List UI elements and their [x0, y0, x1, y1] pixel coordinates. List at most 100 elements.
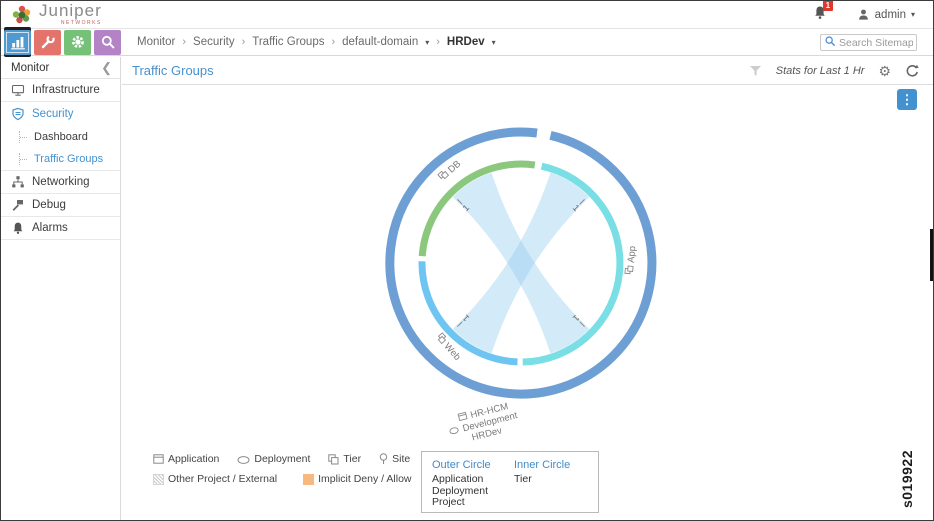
stats-period-selector[interactable]: Stats for Last 1 Hr	[776, 65, 865, 77]
sidebar-item-dashboard[interactable]: Dashboard	[1, 125, 120, 148]
workspace-toolbar	[1, 29, 121, 55]
content-header: Traffic Groups Stats for Last 1 Hr ⚙	[122, 57, 933, 85]
breadcrumb-traffic-groups[interactable]: Traffic Groups	[252, 36, 324, 48]
sitemap-search	[820, 33, 917, 52]
notification-badge: 1	[822, 1, 834, 11]
filter-button[interactable]	[749, 65, 762, 77]
legend-other-project: Other Project / External	[153, 473, 277, 485]
figure-id: s019922	[899, 449, 915, 508]
alarm-bell-icon	[13, 222, 23, 234]
scrollbar-thumb[interactable]	[930, 229, 933, 281]
sidebar-item-infrastructure[interactable]: Infrastructure	[1, 79, 120, 102]
outer-circle-item: Application	[432, 473, 484, 485]
legend-site: Site	[379, 453, 410, 465]
sidebar-item-label: Infrastructure	[32, 84, 100, 96]
legend-label: Tier	[343, 453, 362, 465]
hatch-swatch	[153, 473, 164, 485]
site-pin-icon	[379, 453, 388, 464]
legend-label: Application	[168, 453, 220, 465]
sidebar-collapse-icon[interactable]: ❮	[101, 61, 112, 74]
main-content: Traffic Groups Stats for Last 1 Hr ⚙ ⋮ 1…	[122, 57, 933, 520]
breadcrumb-separator: ›	[436, 36, 440, 48]
sidebar-item-debug[interactable]: Debug	[1, 194, 120, 217]
sidebar-nav: Monitor ❮ Infrastructure Security Dashbo…	[1, 57, 121, 520]
breadcrumb: Monitor › Security › Traffic Groups › de…	[137, 36, 496, 48]
inner-circle-item: Tier	[514, 473, 532, 485]
bar-chart-icon	[10, 37, 25, 50]
legend-row-swatches: Other Project / External Implicit Deny /…	[153, 473, 412, 485]
breadcrumb-domain-selector[interactable]: default-domain	[342, 36, 418, 48]
user-icon	[858, 9, 868, 20]
legend-application: Application	[153, 453, 219, 465]
legend-label: Implicit Deny / Allow	[318, 473, 412, 485]
deployment-icon	[237, 455, 250, 464]
search-workspace-button[interactable]	[94, 29, 121, 55]
legend-deployment: Deployment	[237, 453, 310, 465]
orange-swatch	[303, 473, 315, 485]
legend-label: Deployment	[254, 453, 311, 465]
user-name: admin	[874, 8, 906, 21]
sidebar-title: Monitor	[11, 61, 50, 74]
legend-label: Other Project / External	[168, 473, 278, 485]
search-icon	[825, 36, 835, 46]
breadcrumb-security[interactable]: Security	[193, 36, 235, 48]
sidebar-item-networking[interactable]: Networking	[1, 171, 120, 194]
devices-workspace-button[interactable]	[34, 29, 61, 55]
breadcrumb-separator: ›	[241, 36, 246, 48]
chevron-down-icon: ▾	[910, 10, 915, 19]
gear-icon	[71, 36, 84, 48]
tier-icon	[328, 453, 339, 464]
sidebar-item-label: Traffic Groups	[34, 153, 104, 165]
magnifier-icon	[101, 35, 114, 49]
chart-settings-button[interactable]: ⚙	[878, 64, 891, 78]
brand-text: Juniper NETWORKS	[39, 1, 102, 26]
svg-text:App: App	[626, 245, 638, 263]
juniper-flower-icon	[12, 5, 31, 24]
breadcrumb-hrdev-selector[interactable]: HRDev	[447, 36, 485, 48]
tree-branch	[19, 130, 28, 143]
circle-legend-box: Outer Circle Application Deployment Proj…	[421, 451, 599, 513]
chevron-down-icon[interactable]: ▾	[492, 38, 496, 47]
tier-label-app: App	[624, 245, 638, 275]
network-tree-icon	[12, 176, 24, 188]
legend-tier: Tier	[328, 453, 361, 465]
monitor-workspace-button[interactable]	[4, 29, 31, 55]
sidebar-item-security[interactable]: Security	[1, 102, 120, 125]
breadcrumb-separator: ›	[331, 36, 336, 48]
secondary-bar: Monitor › Security › Traffic Groups › de…	[1, 29, 933, 56]
refresh-button[interactable]	[905, 64, 919, 78]
outer-ring-label: HR-HCM Development HRDev	[449, 401, 519, 443]
legend-implicit-deny-allow: Implicit Deny / Allow	[303, 473, 412, 485]
notifications-button[interactable]: 1	[813, 1, 834, 25]
sidebar-item-label: Alarms	[32, 222, 68, 234]
legend-row-icons: Application Deployment Tier Site	[153, 453, 410, 465]
sidebar-item-label: Networking	[32, 176, 90, 188]
settings-workspace-button[interactable]	[64, 29, 91, 55]
brand-name: Juniper	[39, 1, 102, 20]
monitor-icon	[11, 84, 25, 96]
refresh-icon	[906, 64, 919, 77]
juniper-logo: Juniper NETWORKS	[11, 1, 102, 26]
sidebar-item-label: Security	[32, 107, 74, 120]
user-menu[interactable]: admin ▾	[857, 8, 915, 21]
brand-subtitle: NETWORKS	[60, 20, 102, 26]
inner-circle-title: Inner Circle	[514, 459, 571, 471]
deployment-icon	[449, 427, 459, 435]
tree-branch	[19, 153, 28, 165]
sidebar-item-alarms[interactable]: Alarms	[1, 217, 120, 240]
chevron-down-icon[interactable]: ▾	[425, 38, 429, 47]
traffic-groups-chord-chart[interactable]: 1111 DB App Web HR-HCM Development HRDev	[356, 104, 686, 449]
breadcrumb-bar: Monitor › Security › Traffic Groups › de…	[121, 29, 933, 55]
breadcrumb-separator: ›	[182, 36, 187, 48]
sidebar-item-traffic-groups[interactable]: Traffic Groups	[1, 148, 120, 171]
application-icon	[457, 411, 468, 422]
breadcrumb-monitor[interactable]: Monitor	[137, 36, 175, 48]
top-header-bar: Juniper NETWORKS 1 admin ▾	[1, 1, 933, 29]
chart-options-button[interactable]: ⋮	[897, 89, 917, 110]
app-window: Juniper NETWORKS 1 admin ▾ Monitor › Sec…	[0, 0, 934, 521]
svg-text:DB: DB	[446, 159, 463, 176]
sidebar-item-label: Debug	[32, 199, 66, 211]
tier-icon	[627, 265, 634, 272]
sidebar-item-label: Dashboard	[34, 130, 88, 143]
legend-label: Site	[392, 453, 411, 465]
